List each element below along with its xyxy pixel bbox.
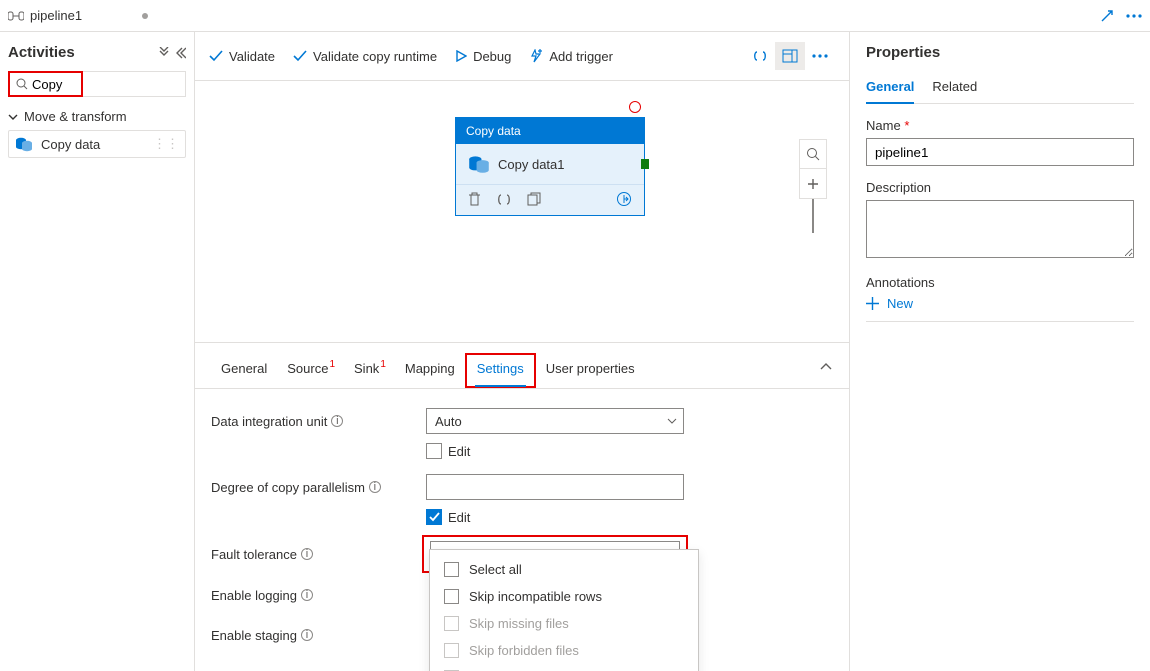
tab-settings[interactable]: Settings bbox=[467, 355, 534, 386]
activity-label: Copy data bbox=[41, 137, 100, 152]
zoom-slider[interactable] bbox=[812, 199, 814, 233]
properties-tabs: General Related bbox=[866, 75, 1134, 104]
parallelism-edit-checkbox[interactable]: Edit bbox=[426, 509, 833, 525]
info-icon[interactable]: i bbox=[301, 629, 313, 641]
node-code-icon[interactable] bbox=[497, 193, 511, 206]
chevron-down-icon bbox=[667, 417, 677, 425]
pipeline-icon bbox=[8, 9, 24, 23]
canvas-zoom-tools bbox=[799, 139, 827, 233]
diu-edit-checkbox[interactable]: Edit bbox=[426, 443, 833, 459]
ft-option-select-all[interactable]: Select all bbox=[430, 556, 698, 583]
checkbox-icon bbox=[444, 643, 459, 658]
ft-option-skip-missing: Skip missing files bbox=[430, 610, 698, 637]
checkbox-icon bbox=[444, 616, 459, 631]
enable-staging-label: Enable staging bbox=[211, 628, 297, 643]
search-icon bbox=[16, 78, 28, 90]
activities-header: Activities bbox=[8, 44, 186, 61]
fault-tolerance-dropdown: Select all Skip incompatible rows Skip m… bbox=[429, 549, 699, 671]
copy-data-icon bbox=[468, 154, 490, 174]
activities-title: Activities bbox=[8, 44, 75, 61]
delete-node-icon[interactable] bbox=[468, 192, 481, 206]
pipeline-tab-title[interactable]: pipeline1 bbox=[30, 8, 82, 23]
checkbox-checked-icon bbox=[426, 509, 442, 525]
plus-icon bbox=[866, 297, 879, 310]
required-indicator: * bbox=[904, 118, 909, 133]
validate-button[interactable]: Validate bbox=[209, 49, 275, 64]
canvas-search-button[interactable] bbox=[799, 139, 827, 169]
play-icon bbox=[455, 50, 467, 62]
section-label: Move & transform bbox=[24, 109, 127, 124]
info-icon[interactable]: i bbox=[301, 589, 313, 601]
panel-divider bbox=[866, 321, 1134, 322]
new-annotation-button[interactable]: New bbox=[866, 296, 1134, 311]
info-icon[interactable]: i bbox=[331, 415, 343, 427]
expand-icon[interactable] bbox=[1100, 9, 1114, 23]
properties-title: Properties bbox=[866, 44, 1134, 61]
copy-data-node[interactable]: Copy data Copy data1 bbox=[455, 117, 645, 216]
check-icon bbox=[209, 50, 223, 62]
ft-option-skip-invalid: Skip files with invalid names bbox=[430, 664, 698, 671]
validate-runtime-button[interactable]: Validate copy runtime bbox=[293, 49, 437, 64]
ft-option-skip-incompatible[interactable]: Skip incompatible rows bbox=[430, 583, 698, 610]
checkbox-icon bbox=[444, 562, 459, 577]
tab-user-properties[interactable]: User properties bbox=[536, 355, 645, 386]
checkbox-unchecked-icon bbox=[426, 443, 442, 459]
search-input[interactable] bbox=[32, 77, 75, 92]
properties-panel: Properties General Related Name * Descri… bbox=[850, 32, 1150, 671]
zoom-in-button[interactable] bbox=[799, 169, 827, 199]
diu-select[interactable]: Auto bbox=[426, 408, 684, 434]
activities-search[interactable] bbox=[8, 71, 83, 97]
description-label: Description bbox=[866, 180, 1134, 195]
trigger-icon bbox=[529, 49, 543, 63]
tab-sink[interactable]: Sink1 bbox=[344, 355, 395, 386]
run-node-icon[interactable] bbox=[616, 191, 632, 207]
collapse-panel-icon[interactable] bbox=[819, 362, 833, 380]
settings-tabs: General Source1 Sink1 Mapping Settings U… bbox=[195, 343, 849, 389]
props-tab-general[interactable]: General bbox=[866, 75, 914, 104]
code-view-button[interactable] bbox=[745, 42, 775, 70]
drag-handle-icon[interactable]: ⋮⋮ bbox=[153, 136, 179, 152]
ft-option-skip-forbidden: Skip forbidden files bbox=[430, 637, 698, 664]
fault-tolerance-label: Fault tolerance bbox=[211, 547, 297, 562]
check-icon bbox=[293, 50, 307, 62]
checkbox-icon bbox=[444, 589, 459, 604]
copy-data-icon bbox=[15, 136, 33, 152]
info-icon[interactable]: i bbox=[301, 548, 313, 560]
parallelism-label: Degree of copy parallelism bbox=[211, 480, 365, 495]
enable-logging-label: Enable logging bbox=[211, 588, 297, 603]
name-label: Name bbox=[866, 118, 901, 133]
clone-node-icon[interactable] bbox=[527, 192, 541, 206]
info-icon[interactable]: i bbox=[369, 481, 381, 493]
activity-settings-panel: General Source1 Sink1 Mapping Settings U… bbox=[195, 342, 849, 671]
annotations-label: Annotations bbox=[866, 275, 1134, 290]
debug-button[interactable]: Debug bbox=[455, 49, 511, 64]
chevron-down-icon bbox=[8, 112, 18, 122]
more-toolbar-button[interactable] bbox=[805, 42, 835, 70]
diu-label: Data integration unit bbox=[211, 414, 327, 429]
node-type-label: Copy data bbox=[456, 118, 644, 144]
tab-general[interactable]: General bbox=[211, 355, 277, 386]
parallelism-input[interactable] bbox=[426, 474, 684, 500]
tab-source[interactable]: Source1 bbox=[277, 355, 344, 386]
collapse-all-icon[interactable] bbox=[158, 47, 170, 59]
add-trigger-button[interactable]: Add trigger bbox=[529, 49, 613, 64]
hide-sidebar-icon[interactable] bbox=[176, 47, 186, 59]
pipeline-tab-bar: pipeline1 bbox=[0, 0, 1150, 32]
node-name-label: Copy data1 bbox=[498, 157, 565, 172]
unsaved-indicator-icon bbox=[142, 13, 148, 19]
pipeline-toolbar: Validate Validate copy runtime Debug Add… bbox=[195, 32, 849, 81]
properties-panel-button[interactable] bbox=[775, 42, 805, 70]
tab-mapping[interactable]: Mapping bbox=[395, 355, 465, 386]
section-move-transform[interactable]: Move & transform bbox=[8, 109, 186, 124]
description-textarea[interactable] bbox=[866, 200, 1134, 258]
activities-sidebar: Activities bbox=[0, 32, 195, 671]
more-actions-icon[interactable] bbox=[1126, 14, 1142, 18]
node-output-handle-icon[interactable] bbox=[641, 159, 649, 169]
activity-copy-data[interactable]: Copy data ⋮⋮ bbox=[8, 130, 186, 158]
validation-error-icon bbox=[629, 101, 641, 113]
pipeline-canvas[interactable]: Copy data Copy data1 bbox=[195, 81, 849, 342]
props-tab-related[interactable]: Related bbox=[932, 75, 977, 103]
name-input[interactable] bbox=[866, 138, 1134, 166]
